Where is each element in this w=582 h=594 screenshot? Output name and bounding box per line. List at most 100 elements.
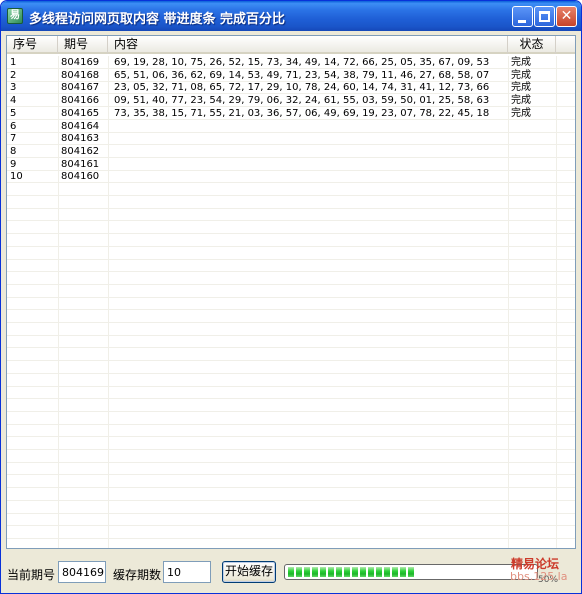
table-row xyxy=(7,285,575,298)
row-status: 完成 xyxy=(511,69,531,81)
progress-segment xyxy=(400,567,406,577)
table-row xyxy=(7,335,575,349)
progress-segment xyxy=(368,567,374,577)
row-index: 9 xyxy=(10,158,17,170)
row-issue: 804162 xyxy=(61,145,100,157)
table-row xyxy=(7,259,575,273)
row-index: 5 xyxy=(10,107,17,119)
minimize-button[interactable] xyxy=(512,6,533,27)
table-row xyxy=(7,399,575,412)
column-header-status[interactable]: 状态 xyxy=(508,36,556,54)
row-status: 完成 xyxy=(511,107,531,119)
row-status xyxy=(508,145,556,158)
progress-segment xyxy=(328,567,334,577)
bottom-toolbar: 当前期号 缓存期数 开始缓存 50% 精易论坛 bbs.125.la xyxy=(1,553,581,593)
progress-segment xyxy=(392,567,398,577)
table-row xyxy=(7,475,575,489)
table-row xyxy=(7,462,575,476)
column-header-content[interactable]: 内容 xyxy=(108,36,508,54)
row-status xyxy=(508,120,556,133)
app-icon: 易 xyxy=(7,8,23,24)
row-content: 65, 51, 06, 36, 62, 69, 14, 53, 49, 71, … xyxy=(114,69,490,81)
progress-segment xyxy=(408,567,414,577)
table-row[interactable]: 10 804160 xyxy=(7,170,575,184)
row-status xyxy=(508,170,556,183)
progress-segment xyxy=(288,567,294,577)
table-row[interactable]: 7 804163 xyxy=(7,132,575,146)
progress-segment xyxy=(384,567,390,577)
row-content xyxy=(108,145,508,158)
table-row xyxy=(7,412,575,425)
row-content: 23, 05, 32, 71, 08, 65, 72, 17, 29, 10, … xyxy=(114,82,490,94)
row-content xyxy=(108,120,508,133)
table-row xyxy=(7,297,575,311)
row-index: 3 xyxy=(10,82,17,94)
table-row[interactable]: 8 804162 xyxy=(7,145,575,158)
row-content xyxy=(108,170,508,183)
row-content xyxy=(108,158,508,171)
row-status xyxy=(508,158,556,171)
progress-segment xyxy=(352,567,358,577)
current-issue-input[interactable] xyxy=(58,561,106,583)
table-row[interactable]: 4 804166 09, 51, 40, 77, 23, 54, 29, 79, 0… xyxy=(7,94,575,108)
maximize-icon xyxy=(539,11,550,22)
progress-segment xyxy=(336,567,342,577)
table-row xyxy=(7,348,575,362)
table-row xyxy=(7,361,575,374)
table-row[interactable]: 1 804169 69, 19, 28, 10, 75, 26, 52, 15, 7… xyxy=(7,56,575,69)
row-issue: 804166 xyxy=(61,95,100,107)
row-status: 完成 xyxy=(511,95,531,107)
table-row[interactable]: 6 804164 xyxy=(7,120,575,133)
progress-segment xyxy=(320,567,326,577)
progress-segment xyxy=(296,567,302,577)
row-issue: 804165 xyxy=(61,107,100,119)
row-issue: 804167 xyxy=(61,82,100,94)
current-issue-label: 当前期号 xyxy=(7,568,56,582)
row-issue: 804169 xyxy=(61,57,100,68)
list-header: 序号 期号 内容 状态 xyxy=(7,36,575,54)
row-status: 完成 xyxy=(511,82,531,94)
table-row xyxy=(7,374,575,387)
app-window: 易 多线程访问网页取内容 带进度条 完成百分比 ✕ 序号 期号 内容 状态 1 8… xyxy=(0,0,582,594)
table-row[interactable]: 3 804167 23, 05, 32, 71, 08, 65, 72, 17, 2… xyxy=(7,81,575,95)
progress-bar xyxy=(284,564,538,580)
row-index: 7 xyxy=(10,133,17,145)
column-header-index[interactable]: 序号 xyxy=(7,36,58,54)
row-status: 完成 xyxy=(511,57,531,68)
table-row xyxy=(7,488,575,501)
table-row[interactable]: 9 804161 xyxy=(7,158,575,171)
table-row xyxy=(7,323,575,336)
row-issue: 804161 xyxy=(61,158,100,170)
maximize-button[interactable] xyxy=(534,6,555,27)
progress-segment xyxy=(344,567,350,577)
row-index: 8 xyxy=(10,145,17,157)
table-row xyxy=(7,310,575,323)
cache-count-label: 缓存期数 xyxy=(113,568,162,582)
table-row[interactable]: 5 804165 73, 35, 38, 15, 71, 55, 21, 03, 3… xyxy=(7,107,575,120)
minimize-icon xyxy=(518,20,526,23)
row-status xyxy=(508,132,556,145)
table-row xyxy=(7,221,575,235)
progress-segment xyxy=(304,567,310,577)
table-row[interactable]: 2 804168 65, 51, 06, 36, 62, 69, 14, 53, 4… xyxy=(7,69,575,82)
row-issue: 804163 xyxy=(61,133,100,145)
table-row xyxy=(7,526,575,539)
start-cache-button[interactable]: 开始缓存 xyxy=(222,561,276,583)
cache-count-input[interactable] xyxy=(163,561,211,583)
watermark-url: bbs.125.la xyxy=(510,570,568,583)
row-content xyxy=(108,132,508,145)
close-icon: ✕ xyxy=(560,8,573,24)
table-row xyxy=(7,501,575,514)
title-bar[interactable]: 易 多线程访问网页取内容 带进度条 完成百分比 ✕ xyxy=(1,1,581,31)
row-content: 69, 19, 28, 10, 75, 26, 52, 15, 73, 34, … xyxy=(114,57,490,68)
close-button[interactable]: ✕ xyxy=(556,6,577,27)
table-row xyxy=(7,247,575,260)
column-header-issue[interactable]: 期号 xyxy=(58,36,108,54)
row-index: 10 xyxy=(10,171,23,183)
progress-segment xyxy=(376,567,382,577)
result-list[interactable]: 序号 期号 内容 状态 1 804169 69, 19, 28, 10, 75, 2… xyxy=(6,35,576,549)
row-index: 1 xyxy=(10,57,17,68)
row-index: 4 xyxy=(10,95,17,107)
row-content: 09, 51, 40, 77, 23, 54, 29, 79, 06, 32, … xyxy=(114,95,490,107)
row-issue: 804168 xyxy=(61,69,100,81)
